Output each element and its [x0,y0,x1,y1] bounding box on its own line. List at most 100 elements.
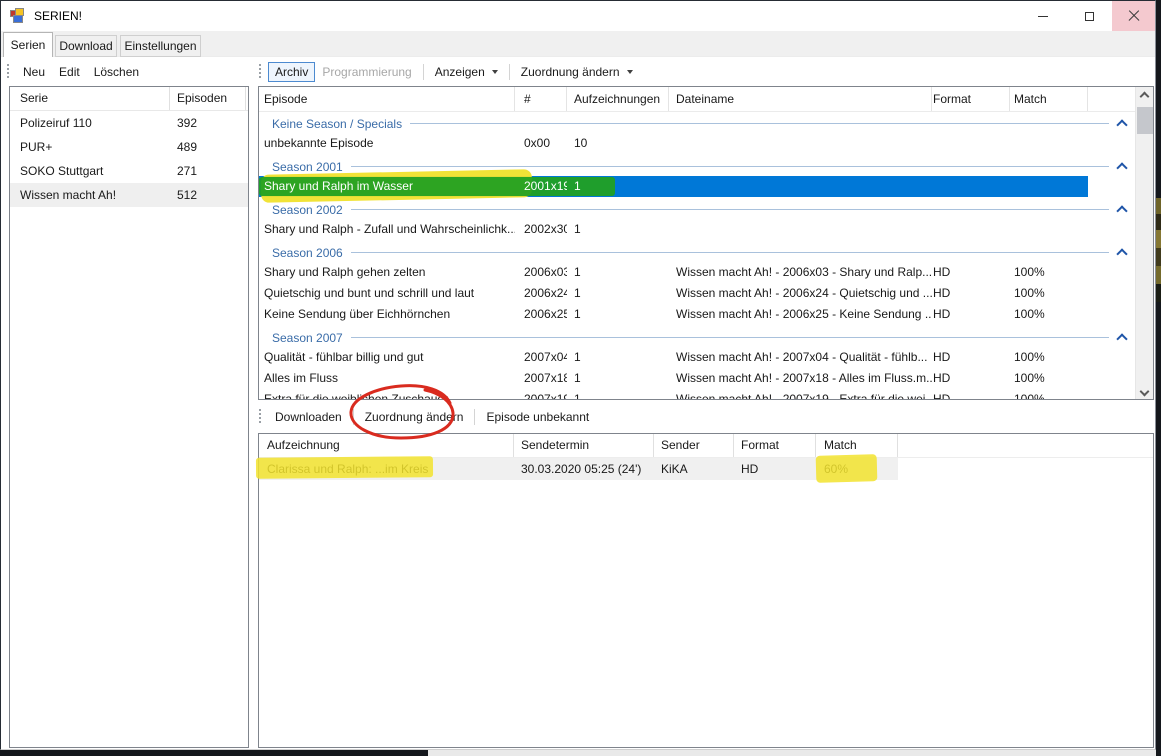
column-header-serie[interactable]: Serie [10,87,170,110]
season-group-line [351,166,1109,167]
minimize-icon [1038,16,1048,17]
collapse-group-icon[interactable] [1116,119,1127,130]
desktop-background-strip [1156,0,1161,756]
scrollbar-thumb[interactable] [1137,107,1153,134]
toolbar-grip-icon[interactable] [259,409,261,425]
zuordnung-aendern-label: Zuordnung ändern [521,65,620,79]
column-header-dateiname[interactable]: Dateiname [669,87,932,111]
series-row[interactable]: Polizeiruf 110392 [10,111,248,135]
programmierung-button[interactable]: Programmierung [315,62,418,82]
episode-row[interactable]: Shary und Ralph im Wasser2001x191 [259,176,1135,197]
episode-title: Shary und Ralph im Wasser [259,176,515,197]
column-header-number[interactable]: # [515,87,567,111]
season-group-header[interactable]: Season 2002 [259,200,1135,219]
file-name [669,219,932,240]
recording-row[interactable]: Clarissa und Ralph: ...im Kreis30.03.202… [259,458,1153,480]
zuordnung-aendern-button[interactable]: Zuordnung ändern [358,407,471,427]
file-name: Wissen macht Ah! - 2006x25 - Keine Sendu… [669,304,932,325]
series-name: Polizeiruf 110 [10,111,170,135]
column-header-sender[interactable]: Sender [654,434,734,457]
format-value: HD [932,304,1010,325]
column-header-aufzeichnung[interactable]: Aufzeichnung [259,434,514,457]
scroll-up-icon[interactable] [1140,92,1150,102]
maximize-icon [1085,12,1094,21]
loeschen-button[interactable]: Löschen [87,62,146,82]
column-header-episode[interactable]: Episode [259,87,515,111]
series-episode-count: 512 [170,183,246,207]
episode-unbekannt-button[interactable]: Episode unbekannt [479,407,596,427]
zuordnung-aendern-dropdown-button[interactable]: Zuordnung ändern [514,62,640,82]
recording-title: Clarissa und Ralph: ...im Kreis [259,458,514,480]
episode-row[interactable]: Keine Sendung über Eichhörnchen2006x251W… [259,304,1135,325]
app-window: SERIEN! Serien Download Einstellungen Ne… [0,0,1156,750]
collapse-group-icon[interactable] [1116,333,1127,344]
close-icon [1128,10,1140,22]
series-episode-count: 489 [170,135,246,159]
season-group-line [410,123,1109,124]
episode-row[interactable]: Alles im Fluss2007x181Wissen macht Ah! -… [259,368,1135,389]
episode-row[interactable]: Qualität - fühlbar billig und gut2007x04… [259,347,1135,368]
downloaden-button[interactable]: Downloaden [268,407,349,427]
minimize-button[interactable] [1020,1,1066,31]
episode-toolbar: Archiv Programmierung Anzeigen Zuordnung… [256,59,640,85]
tab-einstellungen[interactable]: Einstellungen [120,35,201,57]
toolbar-grip-icon[interactable] [7,64,9,80]
vertical-scrollbar[interactable] [1135,87,1153,399]
match-value [1010,133,1088,154]
episode-row[interactable]: Shary und Ralph - Zufall und Wahrscheinl… [259,219,1135,240]
episode-title: unbekannte Episode [259,133,515,154]
season-group-line [351,337,1109,338]
collapse-group-icon[interactable] [1116,205,1127,216]
collapse-group-icon[interactable] [1116,248,1127,259]
toolbar-separator [353,409,354,425]
format-value: HD [932,283,1010,304]
series-row[interactable]: SOKO Stuttgart271 [10,159,248,183]
collapse-group-icon[interactable] [1116,162,1127,173]
episode-title: Shary und Ralph gehen zelten [259,262,515,283]
toolbar-separator [423,64,424,80]
series-row[interactable]: PUR+489 [10,135,248,159]
recording-count: 10 [567,133,669,154]
episode-row[interactable]: Extra für die weiblichen Zuschauer2007x1… [259,389,1135,399]
toolbar-grip-icon[interactable] [259,64,261,80]
titlebar[interactable]: SERIEN! [1,1,1155,31]
season-group-header[interactable]: Season 2007 [259,328,1135,347]
series-row[interactable]: Wissen macht Ah!512 [10,183,248,207]
series-name: PUR+ [10,135,170,159]
window-title: SERIEN! [34,9,82,23]
column-header-format[interactable]: Format [932,87,1010,111]
maximize-button[interactable] [1066,1,1112,31]
season-group-label: Season 2007 [272,331,343,345]
episode-row[interactable]: Quietschig und bunt und schrill und laut… [259,283,1135,304]
series-episode-count: 271 [170,159,246,183]
file-name: Wissen macht Ah! - 2007x19 - Extra für d… [669,389,932,399]
recording-airdate: 30.03.2020 05:25 (24') [514,458,654,480]
recording-count: 1 [567,347,669,368]
scroll-down-icon[interactable] [1140,387,1150,397]
season-group-label: Season 2001 [272,160,343,174]
match-value: 100% [1010,304,1088,325]
column-header-format[interactable]: Format [734,434,816,457]
column-header-match[interactable]: Match [816,434,898,457]
close-button[interactable] [1112,1,1155,31]
season-group-label: Keine Season / Specials [272,117,402,131]
anzeigen-dropdown-button[interactable]: Anzeigen [428,62,505,82]
tab-serien[interactable]: Serien [3,32,53,57]
column-header-aufzeichnungen[interactable]: Aufzeichnungen [567,87,669,111]
archiv-toggle-button[interactable]: Archiv [268,62,315,82]
recording-toolbar: Downloaden Zuordnung ändern Episode unbe… [256,404,596,430]
match-value [1010,176,1088,197]
tab-strip: Serien Download Einstellungen [1,31,1155,57]
tab-download[interactable]: Download [55,35,117,57]
neu-button[interactable]: Neu [16,62,52,82]
edit-button[interactable]: Edit [52,62,87,82]
season-group-header[interactable]: Season 2006 [259,243,1135,262]
column-header-sendetermin[interactable]: Sendetermin [514,434,654,457]
column-header-match[interactable]: Match [1010,87,1088,111]
column-header-episoden[interactable]: Episoden [170,87,246,110]
episode-row[interactable]: unbekannte Episode0x0010 [259,133,1135,154]
recording-channel: KiKA [654,458,734,480]
episode-row[interactable]: Shary und Ralph gehen zelten2006x031Wiss… [259,262,1135,283]
season-group-header[interactable]: Keine Season / Specials [259,114,1135,133]
app-icon [10,8,26,24]
